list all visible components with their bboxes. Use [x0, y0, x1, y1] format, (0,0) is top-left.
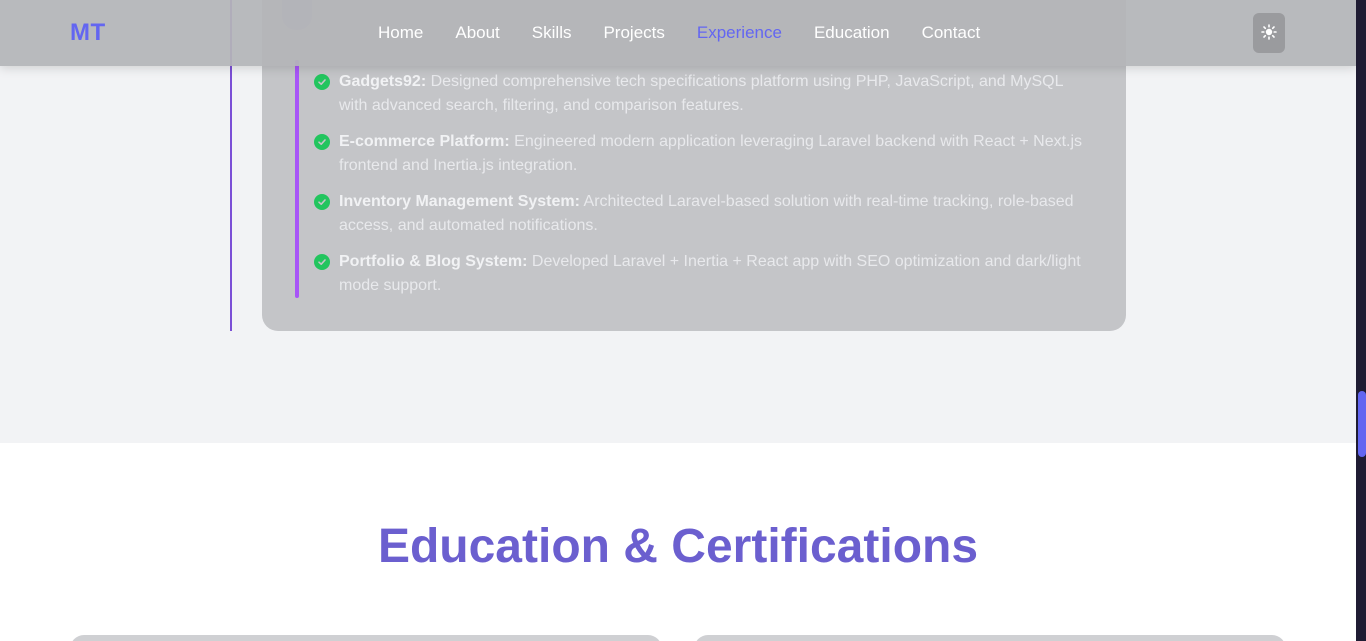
nav-link-projects[interactable]: Projects	[603, 23, 664, 43]
achievements-accent-bar	[295, 60, 299, 298]
achievements-list: Gadgets92: Designed comprehensive tech s…	[314, 70, 1084, 310]
nav-link-contact[interactable]: Contact	[922, 23, 981, 43]
achievement-title: Gadgets92:	[339, 73, 427, 90]
achievement-item: E-commerce Platform: Engineered modern a…	[314, 130, 1084, 178]
sun-icon	[1261, 23, 1277, 43]
education-card	[70, 635, 662, 641]
logo[interactable]: MT	[70, 19, 106, 47]
achievement-item: Gadgets92: Designed comprehensive tech s…	[314, 70, 1084, 118]
achievement-item: Portfolio & Blog System: Developed Larav…	[314, 250, 1084, 298]
nav-links: Home About Skills Projects Experience Ed…	[378, 23, 1012, 43]
nav-link-experience[interactable]: Experience	[697, 23, 782, 43]
nav-link-about[interactable]: About	[455, 23, 499, 43]
check-circle-icon	[314, 134, 330, 150]
theme-toggle-button[interactable]	[1253, 13, 1285, 53]
section-title: Education & Certifications	[377, 520, 979, 573]
achievement-title: Inventory Management System:	[339, 193, 580, 210]
education-section: Education & Certifications	[0, 443, 1356, 641]
nav-link-education[interactable]: Education	[814, 23, 890, 43]
achievement-item: Inventory Management System: Architected…	[314, 190, 1084, 238]
experience-section: Gadgets92: Designed comprehensive tech s…	[0, 0, 1356, 443]
page-scrollbar[interactable]	[1356, 0, 1366, 641]
achievement-text: Designed comprehensive tech specificatio…	[339, 73, 1063, 114]
check-circle-icon	[314, 254, 330, 270]
check-circle-icon	[314, 194, 330, 210]
navbar: MT Home About Skills Projects Experience…	[0, 0, 1356, 66]
nav-link-skills[interactable]: Skills	[532, 23, 572, 43]
nav-link-home[interactable]: Home	[378, 23, 423, 43]
achievement-title: E-commerce Platform:	[339, 133, 510, 150]
check-circle-icon	[314, 74, 330, 90]
achievement-title: Portfolio & Blog System:	[339, 253, 528, 270]
scrollbar-thumb[interactable]	[1358, 391, 1366, 457]
education-card	[694, 635, 1286, 641]
